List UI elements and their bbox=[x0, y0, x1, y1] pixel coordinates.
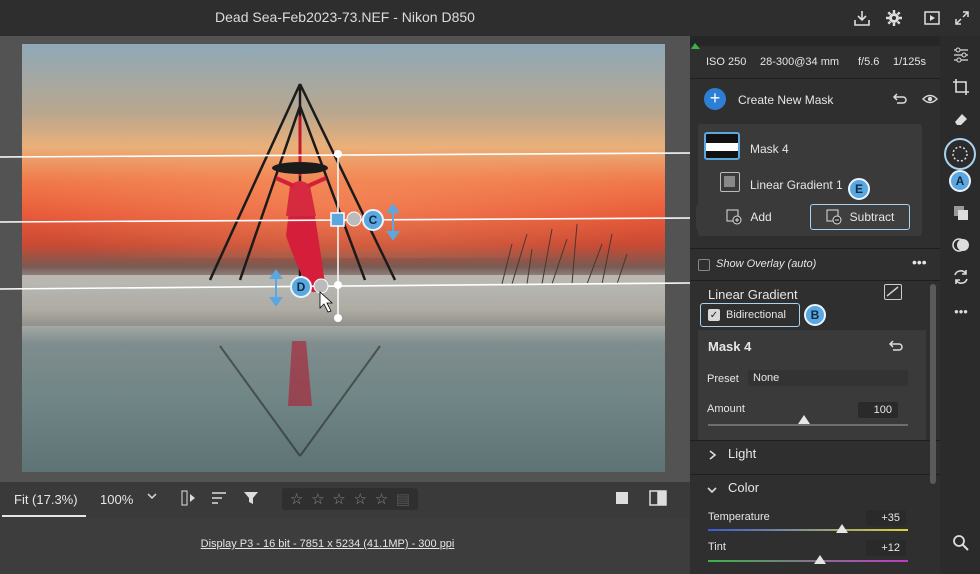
amount-slider-thumb[interactable] bbox=[798, 415, 810, 424]
amount-slider-track[interactable] bbox=[708, 424, 908, 426]
star-icon[interactable]: ☆ bbox=[290, 490, 303, 508]
reset-icon[interactable] bbox=[892, 92, 908, 111]
title-bar: Dead Sea-Feb2023-73.NEF - Nikon D850 bbox=[0, 0, 980, 36]
more-tools-icon[interactable]: ••• bbox=[950, 300, 972, 322]
edit-panel: ISO 250 28-300@34 mm f/5.6 1/125s + Crea… bbox=[690, 36, 940, 574]
temperature-slider-thumb[interactable] bbox=[836, 524, 848, 533]
bottom-toolbar: Fit (17.3%) 100% ☆ ☆ ☆ ☆ ☆ ▤ bbox=[0, 482, 690, 518]
divider bbox=[690, 280, 940, 281]
preset-dropdown[interactable]: None bbox=[748, 370, 908, 386]
sync-icon[interactable] bbox=[950, 266, 972, 288]
temperature-label: Temperature bbox=[708, 511, 770, 523]
exif-info: ISO 250 28-300@34 mm f/5.6 1/125s bbox=[690, 48, 940, 74]
add-mask-icon[interactable]: + bbox=[704, 88, 726, 110]
divider bbox=[690, 248, 940, 249]
light-section-title[interactable]: Light bbox=[728, 446, 756, 461]
panel-scrollbar[interactable] bbox=[930, 284, 936, 484]
temperature-slider-track[interactable] bbox=[708, 529, 908, 531]
preset-value: None bbox=[753, 372, 780, 384]
temperature-value[interactable]: +35 bbox=[866, 510, 906, 526]
exif-iso: ISO 250 bbox=[706, 56, 747, 68]
crop-icon[interactable] bbox=[950, 76, 972, 98]
show-overlay-checkbox[interactable] bbox=[698, 259, 710, 271]
sort-icon[interactable] bbox=[210, 489, 228, 510]
red-figure bbox=[272, 116, 328, 292]
callout-b: B bbox=[804, 304, 826, 326]
tool-rail: A ••• bbox=[940, 36, 980, 574]
mask-thumbnail[interactable] bbox=[704, 132, 740, 160]
divider bbox=[690, 474, 940, 475]
chevron-down-icon[interactable] bbox=[146, 490, 158, 505]
chevron-down-icon[interactable] bbox=[706, 482, 718, 500]
gear-icon[interactable] bbox=[884, 8, 904, 28]
more-options-icon[interactable]: ••• bbox=[912, 254, 927, 270]
linear-gradient-title: Linear Gradient bbox=[708, 287, 798, 302]
gradient-item-label[interactable]: Linear Gradient 1 bbox=[750, 178, 843, 192]
histogram-strip bbox=[690, 36, 940, 49]
export-icon[interactable] bbox=[852, 8, 872, 28]
amount-label: Amount bbox=[707, 403, 745, 415]
window-title: Dead Sea-Feb2023-73.NEF - Nikon D850 bbox=[215, 9, 475, 25]
reflection bbox=[219, 341, 381, 457]
reset-mask-icon[interactable] bbox=[888, 339, 904, 358]
adjustments-icon[interactable] bbox=[950, 44, 972, 66]
fullscreen-icon[interactable] bbox=[952, 8, 972, 28]
subtract-label: Subtract bbox=[849, 210, 895, 224]
linear-gradient-icon bbox=[720, 172, 740, 192]
callout-d: D bbox=[290, 276, 312, 298]
callout-e: E bbox=[848, 178, 870, 200]
image-info-link[interactable]: Display P3 - 16 bit - 7851 x 5234 (41.1M… bbox=[0, 538, 655, 550]
fit-active-indicator bbox=[2, 515, 86, 517]
gradient-overlay bbox=[0, 83, 691, 457]
exif-aperture: f/5.6 bbox=[858, 56, 880, 68]
star-icon[interactable]: ☆ bbox=[353, 490, 366, 508]
color-section-title[interactable]: Color bbox=[728, 480, 759, 495]
tint-slider-track[interactable] bbox=[708, 560, 908, 562]
add-label: Add bbox=[750, 210, 772, 224]
create-new-mask-label[interactable]: Create New Mask bbox=[738, 93, 833, 107]
slideshow-icon[interactable] bbox=[922, 8, 942, 28]
mask-item-label[interactable]: Mask 4 bbox=[750, 142, 789, 156]
tint-slider-thumb[interactable] bbox=[814, 555, 826, 564]
add-button[interactable]: Add bbox=[696, 204, 802, 230]
mask-settings-panel: Mask 4 Preset None Amount 100 bbox=[698, 330, 926, 440]
tint-label: Tint bbox=[708, 541, 726, 553]
chevron-right-icon[interactable] bbox=[708, 448, 718, 466]
bidirectional-checkbox[interactable]: ✓ bbox=[708, 309, 720, 321]
single-view-icon[interactable] bbox=[614, 490, 630, 509]
image-canvas[interactable]: C D bbox=[0, 36, 691, 482]
mask-panel-title: Mask 4 bbox=[708, 339, 752, 354]
eye-icon[interactable] bbox=[922, 92, 938, 111]
tint-value[interactable]: +12 bbox=[866, 540, 906, 556]
reject-flag-icon[interactable]: ▤ bbox=[396, 490, 410, 508]
star-icon[interactable]: ☆ bbox=[375, 490, 388, 508]
preset-label: Preset bbox=[707, 373, 739, 385]
star-icon[interactable]: ☆ bbox=[311, 490, 324, 508]
divider bbox=[690, 78, 940, 79]
zoom-icon[interactable] bbox=[950, 532, 972, 554]
exif-lens: 28-300@34 mm bbox=[760, 56, 840, 68]
star-rating[interactable]: ☆ ☆ ☆ ☆ ☆ ▤ bbox=[282, 488, 418, 510]
invert-mask-icon[interactable] bbox=[884, 284, 902, 300]
bidirectional-label: Bidirectional bbox=[726, 309, 786, 321]
zoom-100-button[interactable]: 100% bbox=[100, 492, 133, 507]
masking-tool-icon[interactable] bbox=[944, 138, 976, 170]
divider bbox=[690, 440, 940, 441]
subtract-button[interactable]: Subtract bbox=[810, 204, 910, 230]
color-blend-icon[interactable] bbox=[950, 234, 972, 256]
compare-view-icon[interactable] bbox=[648, 489, 668, 510]
filter-icon[interactable] bbox=[242, 489, 260, 510]
show-overlay-label: Show Overlay (auto) bbox=[716, 258, 817, 270]
exif-shutter: 1/125s bbox=[893, 56, 927, 68]
callout-a: A bbox=[949, 170, 971, 192]
amount-value[interactable]: 100 bbox=[858, 402, 898, 418]
eraser-icon[interactable] bbox=[950, 108, 972, 130]
callout-c: C bbox=[362, 209, 384, 231]
star-icon[interactable]: ☆ bbox=[332, 490, 345, 508]
fit-zoom-button[interactable]: Fit (17.3%) bbox=[14, 492, 78, 507]
layers-icon[interactable] bbox=[950, 202, 972, 224]
filmstrip-icon[interactable] bbox=[180, 489, 198, 510]
